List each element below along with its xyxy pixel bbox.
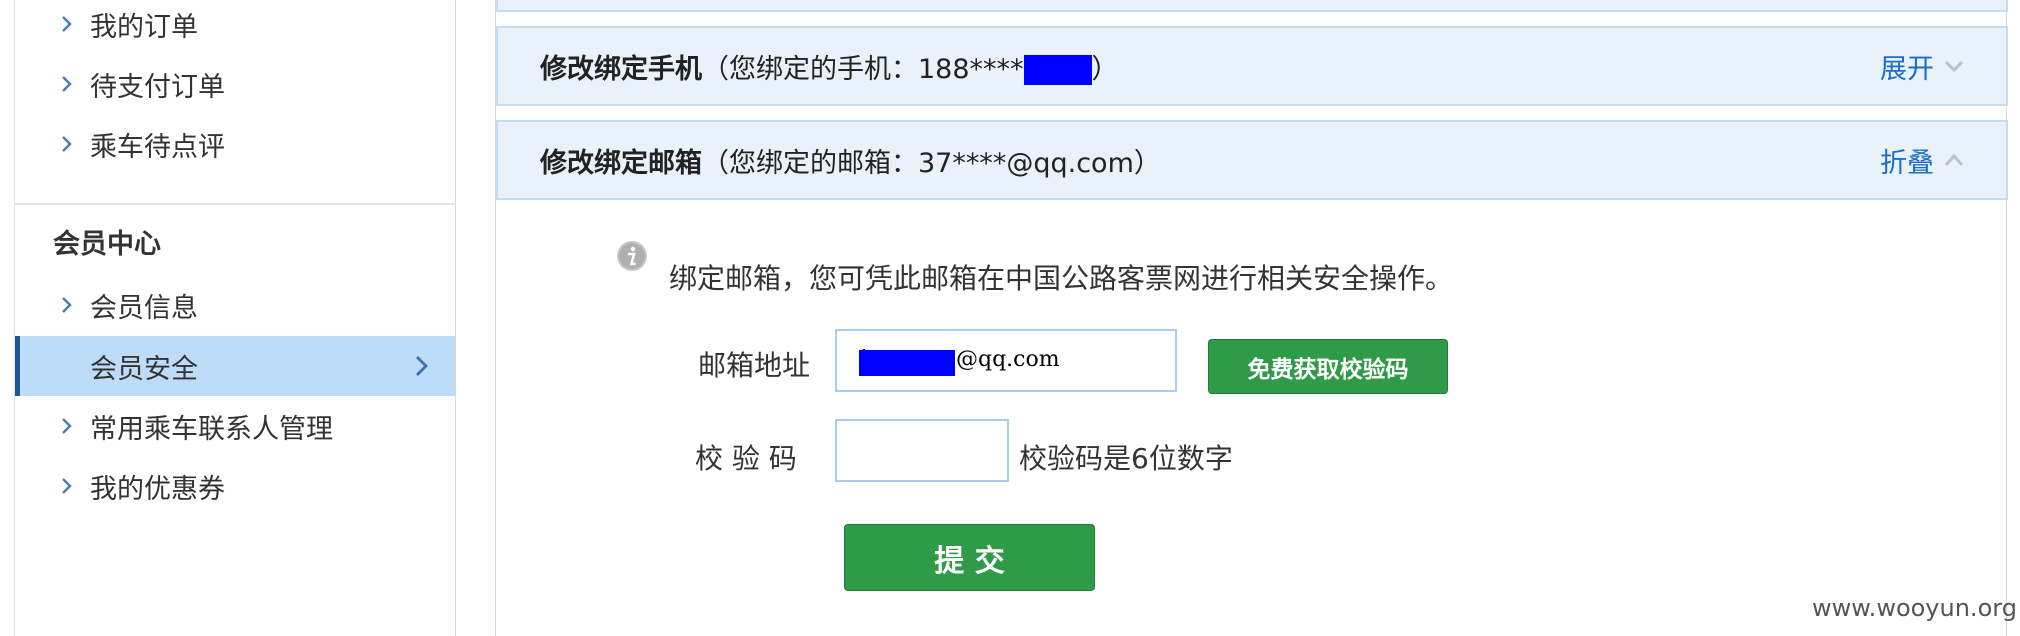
- main-content: 修改绑定手机（您绑定的手机：188**** ） 展开 修改绑定邮箱（您绑定的邮箱：…: [495, 0, 2008, 636]
- sidebar-item-label: 常用乘车联系人管理: [90, 413, 333, 445]
- sidebar-item-pending-payment[interactable]: 待支付订单: [15, 54, 455, 114]
- phone-panel-title: 修改绑定手机（您绑定的手机：188**** ）: [540, 47, 1119, 86]
- sidebar-item-contacts[interactable]: 常用乘车联系人管理: [15, 396, 455, 456]
- email-panel-title: 修改绑定邮箱（您绑定的邮箱：37****@qq.com）: [540, 141, 1161, 180]
- sidebar-item-label: 待支付订单: [90, 71, 225, 103]
- get-verification-code-button[interactable]: 免费获取校验码: [1208, 339, 1448, 394]
- chevron-right-icon: [62, 76, 72, 92]
- email-info-text: 绑定邮箱，您可凭此邮箱在中国公路客票网进行相关安全操作。: [669, 262, 1454, 295]
- chevron-down-icon: [1944, 60, 1964, 73]
- chevron-up-icon: [1944, 153, 1964, 166]
- phone-panel-expand-link[interactable]: 展开: [1880, 47, 1934, 86]
- phone-panel-title-detail: （您绑定的手机：188****: [702, 53, 1024, 85]
- verification-code-label: 校 验 码: [695, 442, 797, 475]
- verification-code-hint: 校验码是6位数字: [1019, 442, 1233, 475]
- chevron-right-icon: [416, 356, 428, 376]
- chevron-right-icon: [62, 418, 72, 434]
- sidebar-item-label: 我的订单: [90, 11, 198, 43]
- phone-panel-title-close: ）: [1091, 53, 1119, 85]
- sidebar-item-label: 会员信息: [90, 292, 198, 324]
- previous-panel-bar: [496, 0, 2008, 12]
- submit-button[interactable]: 提 交: [844, 524, 1095, 591]
- sidebar-item-coupons[interactable]: 我的优惠券: [15, 456, 455, 516]
- watermark: www.wooyun.org: [1812, 594, 2017, 622]
- sidebar-item-member-info[interactable]: 会员信息: [15, 275, 455, 335]
- email-panel-title-detail: （您绑定的邮箱：37****@qq.com）: [702, 147, 1161, 179]
- sidebar-item-member-security[interactable]: 会员安全: [15, 336, 455, 396]
- sidebar-section-title: 会员中心: [53, 229, 161, 260]
- phone-panel-header[interactable]: 修改绑定手机（您绑定的手机：188**** ） 展开: [496, 26, 2008, 106]
- chevron-right-icon: [62, 297, 72, 313]
- email-address-label: 邮箱地址: [698, 349, 811, 382]
- redaction-mask: [1023, 55, 1092, 85]
- chevron-right-icon: [62, 478, 72, 494]
- sidebar: 我的订单 待支付订单 乘车待点评 会员中心 会员信息 会员安全 常用乘车联系人管…: [14, 0, 456, 636]
- sidebar-divider: [15, 203, 455, 205]
- redaction-mask: [859, 350, 955, 376]
- sidebar-item-label: 我的优惠券: [90, 473, 225, 505]
- phone-panel-title-bold: 修改绑定手机: [540, 53, 702, 85]
- verification-code-input[interactable]: [835, 419, 1009, 482]
- sidebar-item-trip-review[interactable]: 乘车待点评: [15, 114, 455, 174]
- email-panel-title-bold: 修改绑定邮箱: [540, 147, 702, 179]
- email-address-input[interactable]: 1 @qq.com: [835, 329, 1177, 392]
- sidebar-item-label: 会员安全: [90, 353, 198, 385]
- email-input-suffix: @qq.com: [956, 347, 1060, 372]
- chevron-right-icon: [62, 16, 72, 32]
- email-panel-collapse-link[interactable]: 折叠: [1880, 141, 1934, 180]
- email-panel-header[interactable]: 修改绑定邮箱（您绑定的邮箱：37****@qq.com） 折叠: [496, 120, 2008, 200]
- chevron-right-icon: [62, 136, 72, 152]
- sidebar-item-label: 乘车待点评: [90, 131, 225, 163]
- sidebar-item-my-orders[interactable]: 我的订单: [15, 0, 455, 54]
- info-icon: [617, 241, 647, 271]
